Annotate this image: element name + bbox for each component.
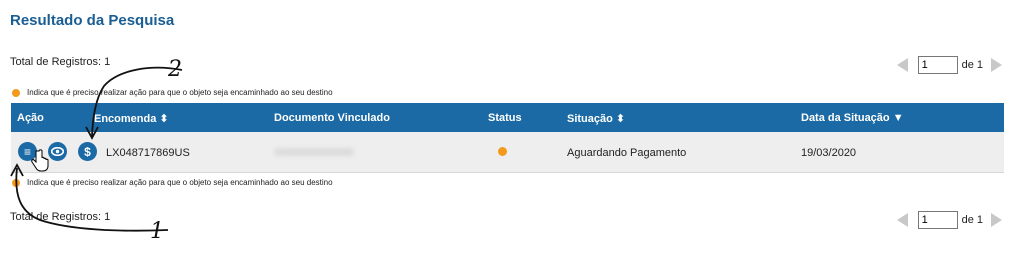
dollar-icon[interactable]: $ [78, 142, 97, 161]
header-documento: Documento Vinculado [274, 112, 390, 124]
orange-dot-icon [12, 178, 20, 187]
total-records-bottom: Total de Registros: 1 [10, 211, 111, 223]
redacted-document [274, 148, 354, 156]
total-records-top: Total de Registros: 1 [10, 56, 111, 68]
header-data[interactable]: Data da Situação ▼ [801, 112, 904, 124]
page-title: Resultado da Pesquisa [10, 12, 175, 29]
pager-top: de 1 [896, 56, 1002, 74]
pager-bottom: de 1 [896, 211, 1002, 229]
header-acao: Ação [17, 112, 44, 124]
header-situacao[interactable]: Situação ⬍ [567, 112, 625, 125]
legend-text: Indica que é preciso realizar ação para … [27, 178, 333, 187]
page-prev-icon[interactable] [896, 213, 908, 227]
legend-note-top: Indica que é preciso realizar ação para … [12, 88, 333, 97]
page-prev-icon[interactable] [896, 58, 908, 72]
annotation-label-1: 1 [150, 219, 164, 244]
legend-note-bottom: Indica que é preciso realizar ação para … [12, 178, 333, 187]
header-encomenda[interactable]: Encomenda ⬍ [94, 112, 169, 125]
row-situacao: Aguardando Pagamento [567, 147, 687, 159]
annotation-label-2: 2 [167, 57, 182, 82]
details-icon[interactable]: ≡ [18, 142, 37, 161]
page-next-icon[interactable] [991, 213, 1002, 227]
page-of-label: de 1 [961, 214, 983, 226]
row-data: 19/03/2020 [801, 147, 857, 159]
view-icon[interactable] [48, 142, 67, 161]
status-dot-icon [498, 147, 507, 156]
orange-dot-icon [12, 88, 20, 97]
page-number-input[interactable] [917, 56, 958, 74]
table-header: Ação Encomenda ⬍ Documento Vinculado Sta… [11, 103, 1004, 132]
row-encomenda: LX048717869US [106, 147, 190, 159]
page-next-icon[interactable] [991, 58, 1002, 72]
table-row: ≡ $ LX048717869US Aguardando Pagamento 1… [11, 132, 1004, 173]
page-number-input[interactable] [917, 211, 958, 229]
page-of-label: de 1 [961, 59, 983, 71]
header-status: Status [488, 112, 522, 124]
legend-text: Indica que é preciso realizar ação para … [27, 88, 333, 97]
results-table: Ação Encomenda ⬍ Documento Vinculado Sta… [11, 103, 1004, 173]
